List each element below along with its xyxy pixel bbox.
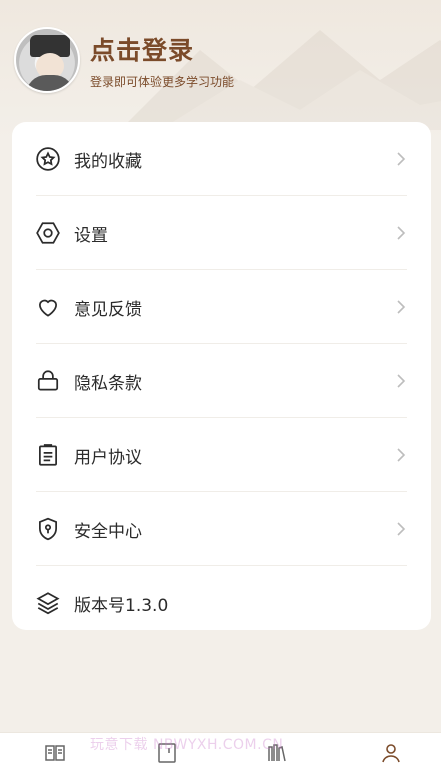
tab-book[interactable] bbox=[40, 741, 70, 765]
login-title[interactable]: 点击登录 bbox=[90, 31, 234, 67]
menu-item-favorites[interactable]: 我的收藏 bbox=[12, 122, 431, 196]
hexagon-settings-icon bbox=[34, 219, 62, 247]
chevron-right-icon bbox=[397, 522, 406, 536]
shield-keyhole-icon bbox=[34, 515, 62, 543]
menu-card: 我的收藏 设置 意见反馈 隐私条款 用户协议 安全中心 版本号1.3.0 bbox=[12, 122, 431, 630]
login-subtitle: 登录即可体验更多学习功能 bbox=[90, 74, 235, 89]
chevron-right-icon bbox=[397, 374, 406, 388]
version-label: 版本号1.3.0 bbox=[74, 595, 169, 616]
menu-item-settings[interactable]: 设置 bbox=[12, 196, 431, 270]
menu-item-label: 意见反馈 bbox=[74, 299, 142, 320]
clipboard-icon bbox=[34, 441, 62, 469]
layers-icon bbox=[34, 589, 62, 617]
menu-item-version: 版本号1.3.0 bbox=[12, 566, 431, 640]
menu-item-feedback[interactable]: 意见反馈 bbox=[12, 270, 431, 344]
menu-item-security[interactable]: 安全中心 bbox=[12, 492, 431, 566]
menu-item-label: 用户协议 bbox=[74, 447, 142, 468]
watermark: 玩意下载 NBWYXH.COM.CN bbox=[90, 737, 284, 753]
menu-item-label: 设置 bbox=[74, 225, 108, 246]
star-circle-icon bbox=[34, 145, 62, 173]
menu-item-privacy[interactable]: 隐私条款 bbox=[12, 344, 431, 418]
menu-item-label: 安全中心 bbox=[74, 521, 142, 542]
chevron-right-icon bbox=[397, 226, 406, 240]
avatar[interactable] bbox=[14, 27, 80, 93]
chevron-right-icon bbox=[397, 152, 406, 166]
heart-icon bbox=[34, 293, 62, 321]
menu-item-label: 我的收藏 bbox=[74, 151, 142, 172]
person-icon bbox=[382, 744, 400, 763]
menu-item-label: 隐私条款 bbox=[74, 373, 142, 394]
chevron-right-icon bbox=[397, 448, 406, 462]
book-icon bbox=[45, 745, 65, 761]
tab-profile[interactable] bbox=[376, 741, 406, 765]
chevron-right-icon bbox=[397, 300, 406, 314]
menu-item-user-agreement[interactable]: 用户协议 bbox=[12, 418, 431, 492]
lock-icon bbox=[34, 367, 62, 395]
login-header[interactable]: 点击登录 登录即可体验更多学习功能 bbox=[14, 24, 234, 96]
